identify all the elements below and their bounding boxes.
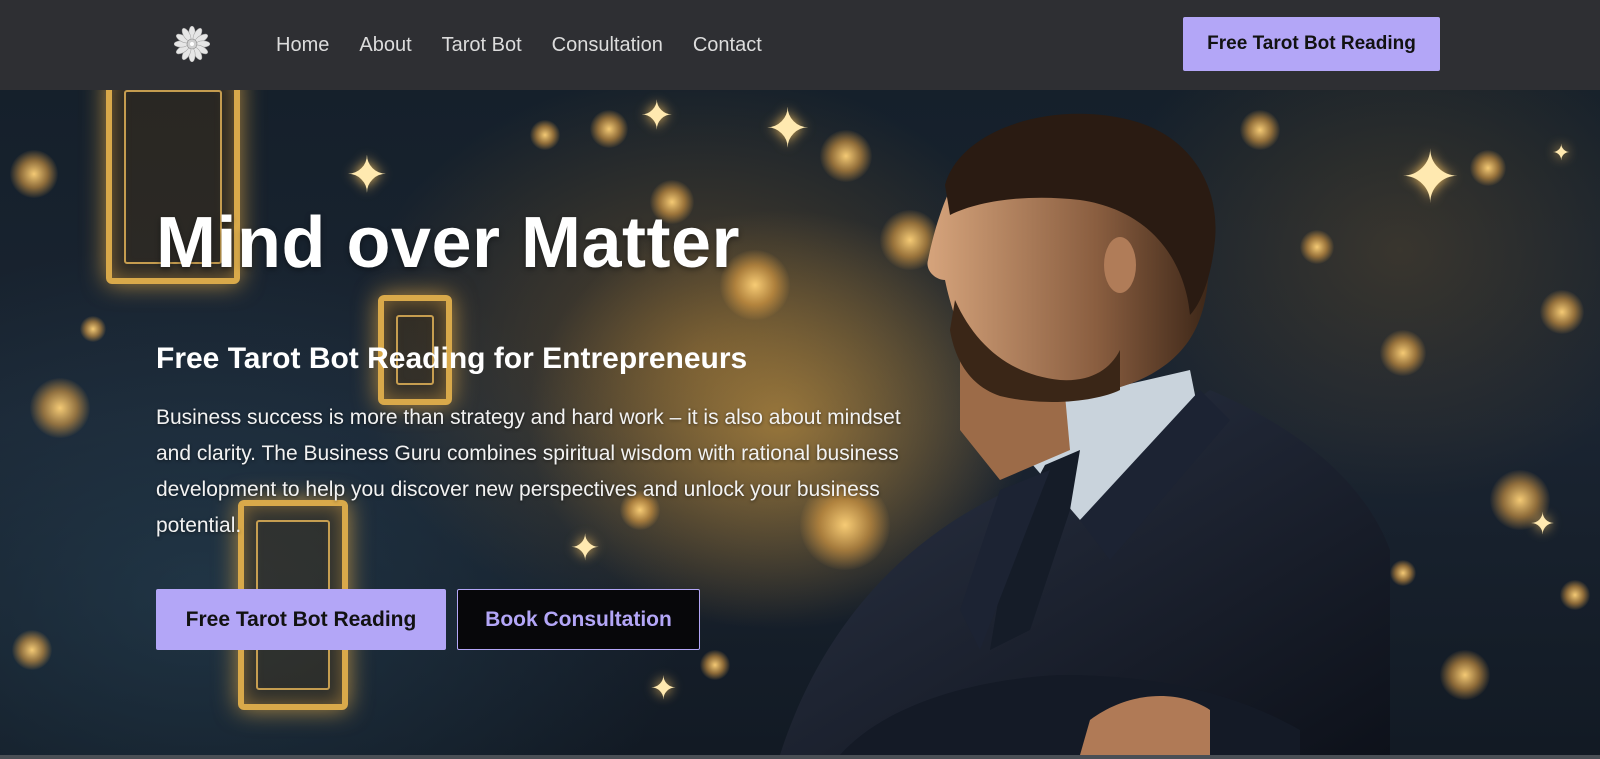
main-menu: Home About Tarot Bot Consultation Contac… — [276, 0, 762, 90]
nav-link-contact[interactable]: Contact — [693, 34, 762, 57]
nav-link-home[interactable]: Home — [276, 34, 329, 57]
hero-title: Mind over Matter — [156, 203, 741, 283]
mandala-flower-icon[interactable] — [174, 26, 210, 62]
hero-section: ✦ ✦ ✦ ✦ ✦ ✦ ✦ ✦ Mind over Matter Free Ta… — [0, 90, 1600, 755]
free-tarot-reading-button[interactable]: Free Tarot Bot Reading — [156, 589, 446, 650]
hero-subtitle: Free Tarot Bot Reading for Entrepreneurs — [156, 342, 748, 375]
nav-link-tarot-bot[interactable]: Tarot Bot — [442, 34, 522, 57]
hero-description: Business success is more than strategy a… — [156, 406, 901, 537]
nav-free-reading-button[interactable]: Free Tarot Bot Reading — [1183, 17, 1440, 71]
nav-link-about[interactable]: About — [359, 34, 411, 57]
page-bottom-divider — [0, 755, 1600, 759]
top-navigation: Home About Tarot Bot Consultation Contac… — [0, 0, 1600, 90]
nav-link-consultation[interactable]: Consultation — [552, 34, 663, 57]
book-consultation-button[interactable]: Book Consultation — [457, 589, 700, 650]
